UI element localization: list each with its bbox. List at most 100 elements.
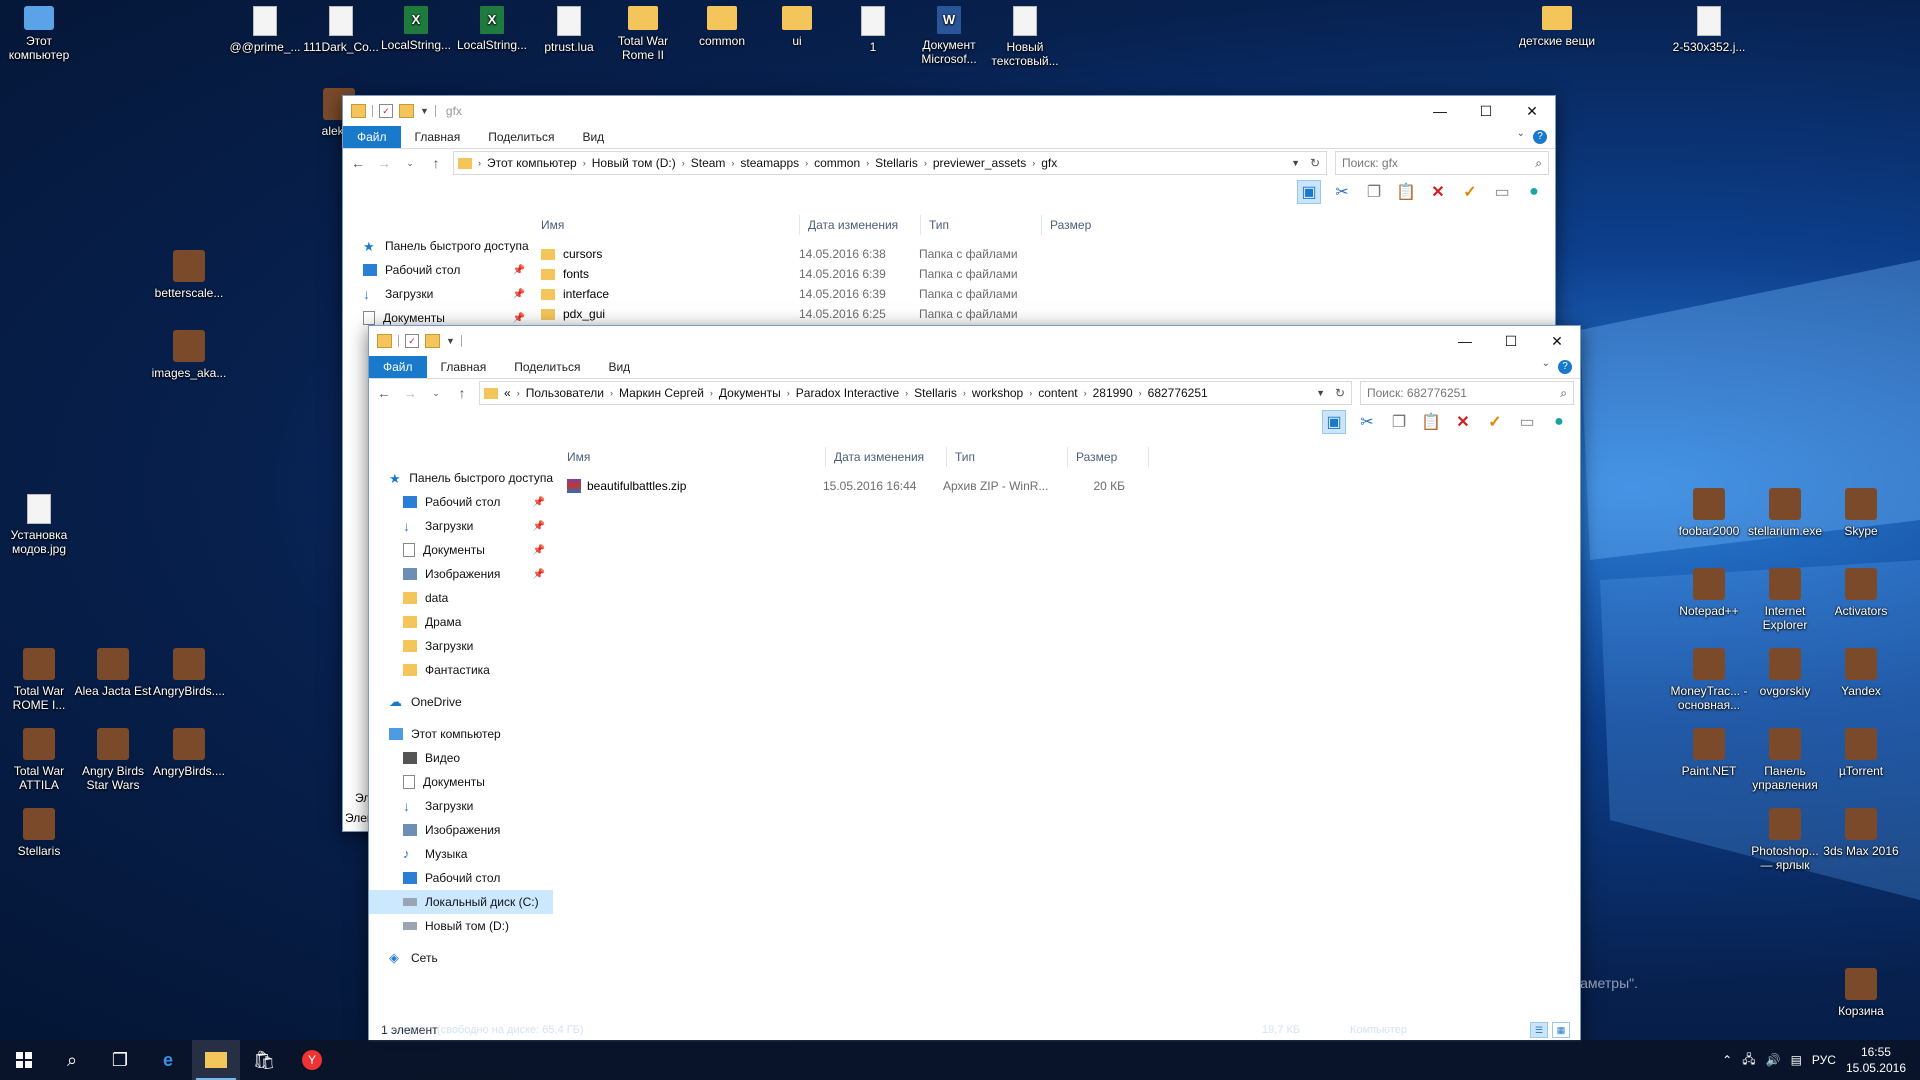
preview-pane-icon[interactable]: ▣ <box>1322 410 1346 434</box>
desktop-icon[interactable]: 1 <box>834 6 912 54</box>
column-type[interactable]: Тип <box>947 447 1068 467</box>
properties-icon[interactable]: ✓ <box>379 104 393 118</box>
nav-item[interactable]: Видео <box>369 746 553 770</box>
file-row[interactable]: cursors 14.05.2016 6:38 Папка с файлами <box>541 244 1031 264</box>
chevron-right-icon[interactable]: › <box>682 158 685 168</box>
chevron-down-icon[interactable]: ▼ <box>420 106 429 116</box>
nav-item[interactable]: Фантастика <box>369 658 553 682</box>
up-arrow-icon[interactable]: ↑ <box>427 155 445 171</box>
chevron-right-icon[interactable]: › <box>787 388 790 398</box>
desktop-icon[interactable]: Корзина <box>1822 968 1900 1018</box>
tab-view[interactable]: Вид <box>594 356 644 378</box>
nav-item[interactable]: ♪ Музыка <box>369 842 553 866</box>
desktop-icon[interactable]: Notepad++ <box>1670 568 1748 618</box>
breadcrumb-item[interactable]: 281990 <box>1093 386 1133 400</box>
column-name[interactable]: Имя <box>533 215 800 235</box>
chevron-right-icon[interactable]: › <box>1139 388 1142 398</box>
nav-item[interactable]: ↓ Загрузки <box>369 794 553 818</box>
clock[interactable]: 16:55 15.05.2016 <box>1846 1044 1906 1076</box>
desktop-icon[interactable]: Paint.NET <box>1670 728 1748 778</box>
breadcrumb-item[interactable]: Stellaris <box>914 386 957 400</box>
chevron-right-icon[interactable]: › <box>610 388 613 398</box>
tab-share[interactable]: Поделиться <box>474 126 568 148</box>
nav-item[interactable]: Изображения <box>369 818 553 842</box>
address-bar[interactable]: › Этот компьютер › Новый том (D:) › Steam › st… <box>453 151 1327 175</box>
nav-item[interactable]: ◈ Сеть <box>369 946 553 970</box>
desktop-icon[interactable]: Stellaris <box>0 808 78 858</box>
edge-icon[interactable]: e <box>144 1040 192 1080</box>
delete-icon[interactable]: ✕ <box>1427 181 1449 203</box>
check-icon[interactable]: ✓ <box>1459 181 1481 203</box>
breadcrumb-item[interactable]: steamapps <box>740 156 799 170</box>
nav-item[interactable]: Изображения 📌 <box>369 562 553 586</box>
ribbon-expand-icon[interactable]: ⌄ <box>1542 358 1550 369</box>
network-icon[interactable]: 🖧 <box>1742 1050 1755 1071</box>
breadcrumb-item[interactable]: Этот компьютер <box>487 156 577 170</box>
yandex-browser-icon[interactable]: Y <box>288 1040 336 1080</box>
search-input[interactable]: Поиск: 682776251 ⌕ <box>1360 381 1574 405</box>
chevron-right-icon[interactable]: › <box>866 158 869 168</box>
store-icon[interactable]: 🛍 <box>240 1040 288 1080</box>
desktop-icon[interactable]: betterscale... <box>150 250 228 300</box>
nav-item[interactable]: Этот компьютер <box>369 722 553 746</box>
file-row[interactable]: pdx_gui 14.05.2016 6:25 Папка с файлами <box>541 304 1031 324</box>
chevron-down-icon[interactable]: ▼ <box>1291 158 1300 168</box>
explorer-window-workshop[interactable]: ✓ ▼ — ☐ ✕ Файл Главная Поделиться Вид ⌄ … <box>368 325 1581 1042</box>
paste-icon[interactable]: 📋 <box>1395 181 1417 203</box>
nav-item[interactable]: Рабочий стол 📌 <box>369 490 553 514</box>
globe-icon[interactable]: ● <box>1523 181 1545 203</box>
desktop-icon[interactable]: Internet Explorer <box>1746 568 1824 632</box>
nav-item[interactable]: Рабочий стол <box>369 866 553 890</box>
column-type[interactable]: Тип <box>921 215 1042 235</box>
desktop-icon[interactable]: Этот компьютер <box>0 6 78 62</box>
desktop-icon[interactable]: MoneyTrac... - основная... <box>1670 648 1748 712</box>
column-date[interactable]: Дата изменения <box>800 215 921 235</box>
desktop-icon[interactable]: X LocalString... <box>377 6 455 52</box>
tab-share[interactable]: Поделиться <box>500 356 594 378</box>
rename-icon[interactable]: ▭ <box>1491 181 1513 203</box>
chevron-right-icon[interactable]: › <box>1084 388 1087 398</box>
close-button[interactable]: ✕ <box>1509 96 1555 126</box>
refresh-icon[interactable]: ↻ <box>1335 386 1345 400</box>
column-date[interactable]: Дата изменения <box>826 447 947 467</box>
breadcrumb-item[interactable]: 682776251 <box>1148 386 1208 400</box>
desktop-icon[interactable]: 2-530x352.j... <box>1670 6 1748 54</box>
file-row[interactable]: interface 14.05.2016 6:39 Папка с файлами <box>541 284 1031 304</box>
refresh-icon[interactable]: ↻ <box>1310 156 1320 170</box>
breadcrumb-item[interactable]: Маркин Сергей <box>619 386 704 400</box>
breadcrumb-overflow[interactable]: « <box>504 386 511 400</box>
desktop-icon[interactable]: детские вещи <box>1518 6 1596 48</box>
breadcrumb-item[interactable]: common <box>814 156 860 170</box>
nav-item[interactable]: ☁ OneDrive <box>369 690 553 714</box>
desktop-icon[interactable]: AngryBirds.... <box>150 648 228 698</box>
desktop-icon[interactable]: 3ds Max 2016 <box>1822 808 1900 858</box>
breadcrumb-item[interactable]: workshop <box>972 386 1023 400</box>
desktop-icon[interactable]: Установка модов.jpg <box>0 494 78 556</box>
desktop-icon[interactable]: X LocalString... <box>453 6 531 52</box>
tab-file[interactable]: Файл <box>369 356 427 378</box>
title-bar[interactable]: ✓ ▼ gfx — ☐ ✕ <box>343 96 1555 126</box>
desktop-icon[interactable]: @@prime_... <box>226 6 304 54</box>
volume-icon[interactable]: 🔊 <box>1766 1053 1781 1067</box>
column-size[interactable]: Размер <box>1068 447 1149 467</box>
chevron-right-icon[interactable]: › <box>1029 388 1032 398</box>
desktop-icon[interactable]: common <box>683 6 761 48</box>
copy-icon[interactable]: ❐ <box>1388 411 1410 433</box>
desktop-icon[interactable]: Total War ROME I... <box>0 648 78 712</box>
nav-item[interactable]: ★ Панель быстрого доступа <box>343 234 533 258</box>
copy-icon[interactable]: ❐ <box>1363 181 1385 203</box>
ribbon-expand-icon[interactable]: ⌄ <box>1517 128 1525 139</box>
forward-arrow-icon[interactable]: → <box>401 385 419 401</box>
nav-item[interactable]: ↓ Загрузки 📌 <box>343 282 533 306</box>
nav-item[interactable]: ↓ Загрузки 📌 <box>369 514 553 538</box>
nav-item[interactable]: Документы 📌 <box>369 538 553 562</box>
up-arrow-icon[interactable]: ↑ <box>453 385 471 401</box>
desktop-icon[interactable]: Angry Birds Star Wars <box>74 728 152 792</box>
minimize-button[interactable]: — <box>1442 326 1488 356</box>
search-icon[interactable]: ⌕ <box>48 1040 96 1080</box>
new-folder-icon[interactable] <box>425 334 440 348</box>
desktop-icon[interactable]: Photoshop... — ярлык <box>1746 808 1824 872</box>
chevron-right-icon[interactable]: › <box>710 388 713 398</box>
nav-item[interactable]: Новый том (D:) <box>369 914 553 938</box>
breadcrumb-item[interactable]: Stellaris <box>875 156 918 170</box>
